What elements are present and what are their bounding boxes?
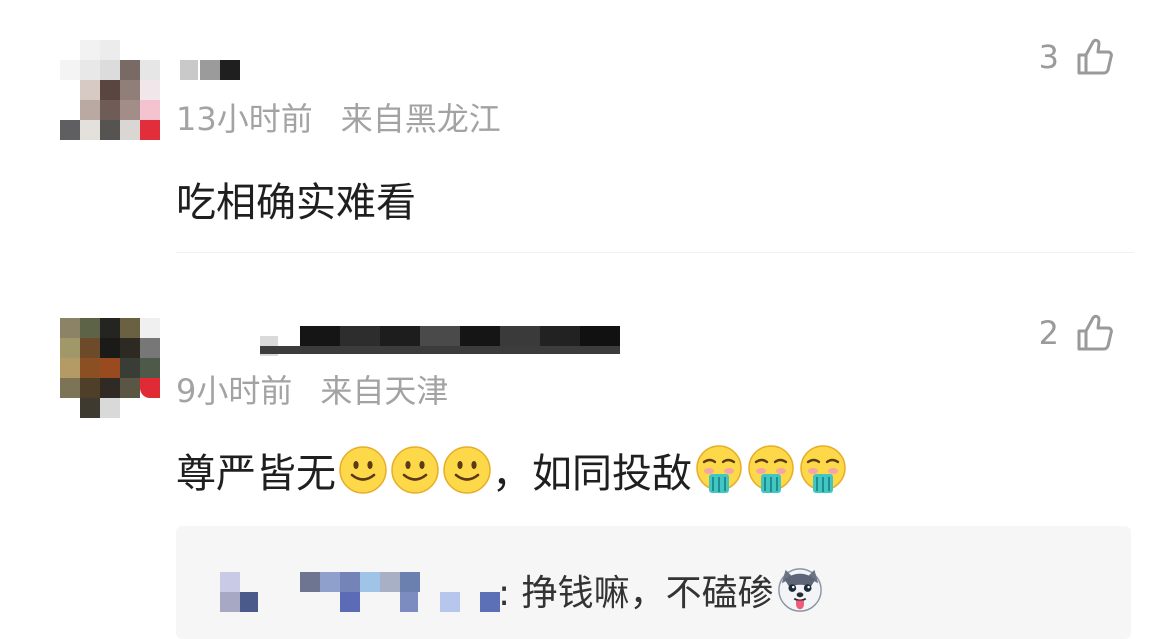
reply-username-redacted[interactable]: [220, 562, 500, 612]
thumbs-up-icon[interactable]: [1073, 36, 1115, 78]
slightly-smiling-emoji: [443, 446, 491, 494]
comment-item: 9小时前 来自天津 尊严皆无 ，如同投敌 2: 挣钱嘛，不磕碜: [0, 256, 1170, 639]
divider: [176, 252, 1134, 253]
comment-location: 来自天津: [320, 372, 449, 410]
like-button[interactable]: 2: [1039, 312, 1115, 354]
like-count: 2: [1038, 314, 1059, 352]
comment-location: 来自黑龙江: [340, 100, 501, 138]
puking-face-emoji: [696, 445, 742, 493]
comment-text: 吃相确实难看: [176, 180, 416, 226]
husky-dog-emoji: [777, 568, 822, 612]
reply-text-content: : 挣钱嘛，不磕碜: [498, 573, 774, 614]
like-button[interactable]: 3: [1039, 36, 1115, 78]
comment-meta: 13小时前 来自黑龙江: [176, 94, 501, 140]
comment-text-part: 尊严皆无: [176, 451, 336, 497]
avatar[interactable]: [60, 318, 160, 418]
comment-text: 尊严皆无 ，如同投敌: [176, 441, 848, 499]
puking-face-emoji: [800, 445, 846, 493]
comment-meta: 9小时前 来自天津: [176, 366, 448, 412]
comment-item: 13小时前 来自黑龙江 吃相确实难看 3: [0, 0, 1170, 256]
comment-time: 9小时前: [176, 372, 293, 410]
puking-face-emoji: [748, 445, 794, 493]
avatar[interactable]: [60, 40, 160, 140]
slightly-smiling-emoji: [391, 446, 439, 494]
reply-box[interactable]: : 挣钱嘛，不磕碜: [176, 526, 1131, 639]
slightly-smiling-emoji: [339, 446, 387, 494]
like-count: 3: [1038, 38, 1059, 76]
comment-time: 13小时前: [176, 100, 313, 138]
comment-text-part: ，如同投敌: [492, 451, 692, 497]
thumbs-up-icon[interactable]: [1073, 312, 1115, 354]
reply-text: : 挣钱嘛，不磕碜: [498, 564, 824, 616]
